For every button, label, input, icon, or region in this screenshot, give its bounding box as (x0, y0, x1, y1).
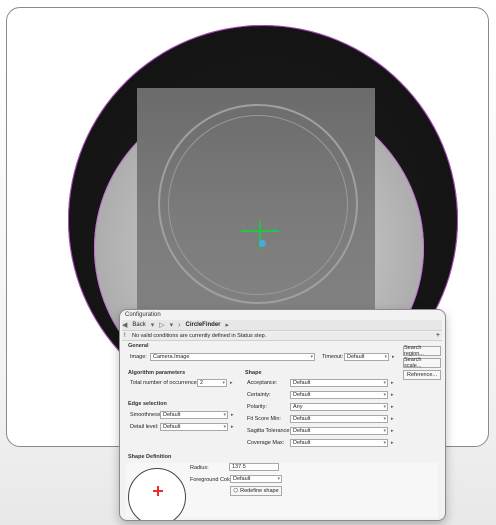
sagitta-tolerance-select[interactable]: Default ▾ (290, 427, 388, 435)
acceptance-label: Acceptance: (247, 380, 278, 386)
foreground-color-label: Foreground Color: (190, 477, 235, 483)
occurrences-arrow-icon[interactable]: ▸ (230, 380, 233, 386)
coverage-max-arrow-icon[interactable]: ▸ (391, 440, 394, 446)
detail-arrow-icon[interactable]: ▸ (231, 424, 234, 430)
shape-definition-section-title: Shape Definition (128, 454, 172, 460)
smoothness-arrow-icon[interactable]: ▸ (231, 412, 234, 418)
reference-button[interactable]: Reference... (403, 370, 441, 380)
fit-score-min-label: Fit Score Min: (247, 416, 281, 422)
foreground-color-select[interactable]: Default ▾ (230, 475, 282, 483)
timeout-label: Timeout: (322, 354, 344, 360)
detail-select[interactable]: Default ▾ (160, 423, 228, 431)
history-dropdown-icon[interactable]: ▾ (151, 321, 155, 329)
redefine-shape-button[interactable]: ⬡ Redefine shape (230, 486, 282, 496)
polarity-arrow-icon[interactable]: ▸ (391, 404, 394, 410)
certainty-label: Certainty: (247, 392, 271, 398)
sagitta-tolerance-label: Sagitta Tolerance: (247, 428, 291, 434)
image-label: Image: (130, 354, 147, 360)
certainty-arrow-icon[interactable]: ▸ (391, 392, 394, 398)
occurrences-select[interactable]: 2 ▾ (197, 379, 227, 387)
detail-label: Detail level: (130, 424, 159, 430)
back-arrow-icon[interactable]: ◀ (122, 321, 127, 329)
general-section-title: General (128, 343, 149, 349)
shape-section-title: Shape (245, 370, 262, 376)
detected-circle-inner (168, 115, 348, 295)
timeout-arrow-icon[interactable]: ▸ (392, 354, 395, 360)
breadcrumb-step[interactable]: CircleFinder (186, 322, 221, 328)
expand-icon[interactable]: + (436, 332, 440, 339)
polarity-select[interactable]: Any ▾ (290, 403, 388, 411)
acceptance-arrow-icon[interactable]: ▸ (391, 380, 394, 386)
fit-score-min-select[interactable]: Default ▾ (290, 415, 388, 423)
back-button[interactable]: Back (132, 322, 145, 328)
configuration-dialog: Configuration ◀ Back ▾ ▷ ▾ › CircleFinde… (119, 309, 446, 521)
radius-input[interactable]: 137.5 (229, 463, 279, 471)
sagitta-tolerance-arrow-icon[interactable]: ▸ (391, 428, 394, 434)
step-arrow-icon[interactable]: ▸ (226, 321, 230, 329)
smoothness-label: Smoothness: (130, 412, 163, 418)
acceptance-select[interactable]: Default ▾ (290, 379, 388, 387)
breadcrumb-chevron-icon: › (178, 321, 181, 329)
navigation-bar: ◀ Back ▾ ▷ ▾ › CircleFinder ▸ (122, 320, 442, 331)
dialog-title: Configuration (125, 312, 161, 318)
fit-score-min-arrow-icon[interactable]: ▸ (391, 416, 394, 422)
warning-icon: ! (124, 333, 126, 339)
status-banner: ! No valid conditions are currently defi… (122, 332, 442, 341)
coverage-max-select[interactable]: Default ▾ (290, 439, 388, 447)
center-point-icon (259, 240, 266, 247)
edge-section-title: Edge selection (128, 401, 167, 407)
polarity-label: Polarity: (247, 404, 267, 410)
shape-icon: ⬡ (233, 488, 239, 494)
occurrences-label: Total number of occurrences: (130, 380, 201, 386)
search-scale-button[interactable]: Search scale... (403, 357, 441, 369)
certainty-select[interactable]: Default ▾ (290, 391, 388, 399)
timeout-select[interactable]: Default ▾ (344, 353, 389, 361)
forward-arrow-icon[interactable]: ▷ (159, 321, 164, 329)
algorithm-section-title: Algorithm parameters (128, 370, 186, 376)
coverage-max-label: Coverage Max: (247, 440, 285, 446)
smoothness-select[interactable]: Default ▾ (160, 411, 228, 419)
search-region-button[interactable]: Search region... (403, 345, 441, 357)
forward-dropdown-icon[interactable]: ▾ (170, 321, 174, 329)
shape-center-marker-vertical (157, 486, 159, 496)
radius-label: Radius: (190, 465, 209, 471)
image-select[interactable]: Camera.Image ▾ (150, 353, 315, 361)
